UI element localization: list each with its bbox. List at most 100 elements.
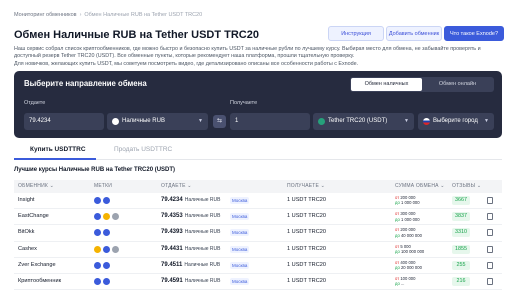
tag-badge-icon	[103, 245, 110, 253]
reviews-count[interactable]: 255	[452, 260, 470, 270]
header-reserve[interactable]: Сумма обмена ⌄	[395, 183, 445, 189]
bookmark-icon[interactable]	[487, 277, 493, 285]
breadcrumb: Мониторинг обменников › Обмен Наличные RUB…	[14, 12, 202, 18]
tag-badge-icon	[94, 197, 101, 204]
breadcrumb-home-link[interactable]: Мониторинг обменников	[14, 12, 77, 18]
tag-badge-icon	[94, 213, 101, 221]
buy-sell-tabs: Купить USDTTRC Продать USDTTRC	[14, 142, 502, 160]
exchanger-name[interactable]: Cashex	[18, 246, 37, 252]
rate-value: 79.4353 Наличные RUB	[161, 213, 221, 220]
tag-badge-icon	[94, 277, 101, 285]
table-subtitle: Лучшие курсы Наличные RUB на Tether TRC2…	[14, 167, 176, 173]
rate-value: 79.4431 Наличные RUB	[161, 245, 221, 252]
page-description: Наш сервис собрал список криптообменнико…	[14, 46, 490, 68]
tab-buy[interactable]: Купить USDTTRC	[30, 146, 86, 153]
exchanger-name[interactable]: Insight	[18, 197, 34, 203]
exchanger-tags	[94, 229, 110, 237]
page-title: Обмен Наличные RUB на Tether USDT TRC20	[14, 29, 259, 41]
receive-value: 1 USDT TRC20	[287, 229, 326, 236]
table-row[interactable]: EastChange 79.4353 Наличные RUB Москва 1 USD…	[14, 209, 502, 226]
chevron-down-icon: ▼	[484, 118, 489, 124]
rate-value: 79.4234 Наличные RUB	[161, 197, 221, 203]
bookmark-icon[interactable]	[487, 245, 493, 253]
rate-value: 79.4393 Наличные RUB	[161, 229, 221, 236]
get-currency-select[interactable]: Tether TRC20 (USDT) ▼	[313, 113, 414, 130]
header-name[interactable]: Обменник ⌄	[18, 183, 54, 189]
instruction-button[interactable]: Инструкция	[328, 26, 384, 41]
receive-value: 1 USDT TRC20	[287, 261, 326, 268]
panel-title: Выберите направление обмена	[24, 79, 147, 88]
reviews-count[interactable]: 3310	[452, 228, 470, 238]
swap-icon[interactable]: ⇆	[213, 115, 226, 128]
header-give[interactable]: Отдаете ⌄	[161, 183, 192, 189]
table-row[interactable]: BitOkk 79.4393 Наличные RUB Москва 1 USDT TR…	[14, 225, 502, 242]
exchangers-table: Insight 79.4234 Наличные RUB Москва 1 USDT T…	[14, 193, 502, 290]
table-row[interactable]: Insight 79.4234 Наличные RUB Москва 1 USDT T…	[14, 193, 502, 210]
exchanger-name[interactable]: EastChange	[18, 213, 49, 219]
city-chip: Москва	[230, 197, 250, 204]
chevron-down-icon: ▼	[198, 118, 203, 124]
breadcrumb-current: Обмен Наличные RUB на Tether USDT TRC20	[84, 12, 203, 18]
exchanger-tags	[94, 213, 119, 221]
bookmark-icon[interactable]	[487, 261, 493, 269]
add-exchange-button[interactable]: Добавить обменник	[386, 26, 442, 41]
breadcrumb-separator: ›	[79, 12, 82, 18]
exchanger-tags	[94, 245, 119, 253]
city-select[interactable]: Выберите город ▼	[418, 113, 494, 130]
tab-sell[interactable]: Продать USDTTRC	[114, 146, 172, 153]
tag-badge-icon	[103, 197, 110, 204]
tag-badge-icon	[94, 245, 101, 253]
exchanger-name[interactable]: BitOkk	[18, 229, 34, 235]
receive-value: 1 USDT TRC20	[287, 197, 326, 203]
rate-value: 79.4591 Наличные RUB	[161, 277, 221, 284]
reviews-count[interactable]: 216	[452, 276, 470, 286]
reviews-count[interactable]: 3667	[452, 196, 470, 205]
bookmark-icon[interactable]	[487, 197, 493, 204]
exchanger-name[interactable]: Криптообменник	[18, 278, 61, 284]
table-header: Обменник ⌄ Метки Отдаете ⌄ Получаете ⌄ С…	[14, 180, 502, 193]
bookmark-icon[interactable]	[487, 229, 493, 237]
city-chip: Москва	[230, 229, 250, 237]
exchange-mode-toggle: Обмен наличных Обмен онлайн	[350, 77, 494, 92]
mode-online-option[interactable]: Обмен онлайн	[422, 78, 493, 91]
what-is-exnode-button[interactable]: Что такое Exnode?	[444, 26, 504, 41]
city-chip: Москва	[230, 213, 250, 221]
give-label: Отдаете	[24, 100, 46, 106]
give-currency-label: Наличные RUB	[122, 118, 165, 124]
reviews-count[interactable]: 3837	[452, 212, 470, 222]
table-row[interactable]: Криптообменник 79.4591 Наличные RUB Москва 1…	[14, 274, 502, 290]
rate-value: 79.4511 Наличные RUB	[161, 261, 221, 268]
tag-badge-icon	[103, 261, 110, 269]
bookmark-icon[interactable]	[487, 213, 493, 221]
exchanger-tags	[94, 197, 110, 204]
receive-value: 1 USDT TRC20	[287, 213, 326, 220]
give-amount-input[interactable]: 79.4234	[24, 113, 104, 130]
table-row[interactable]: Zver Exchange 79.4511 Наличные RUB Москва 1 …	[14, 258, 502, 274]
exchange-limits: от 200 000 до 40 000 000	[395, 227, 422, 238]
exchanger-name[interactable]: Zver Exchange	[18, 262, 56, 268]
exchanger-tags	[94, 277, 110, 285]
exchange-direction-panel: Выберите направление обмена Обмен наличн…	[14, 71, 502, 138]
clock-icon	[112, 118, 119, 125]
exchange-limits: от 5 000 до 100 000 000	[395, 243, 425, 254]
description-line: доступный резерв Tether TRC20 (USDT). Вс…	[14, 53, 355, 60]
table-row[interactable]: Cashex 79.4431 Наличные RUB Москва 1 USDT TR…	[14, 242, 502, 258]
tag-badge-icon	[103, 213, 110, 221]
exchange-limits: от 100 000 до ...	[395, 275, 416, 287]
header-get[interactable]: Получаете ⌄	[287, 183, 325, 189]
exchange-limits: от 400 000 до 20 000 000	[395, 259, 422, 271]
tag-badge-icon	[112, 245, 119, 253]
reviews-count[interactable]: 1855	[452, 244, 470, 254]
mode-cash-option[interactable]: Обмен наличных	[351, 78, 422, 91]
receive-value: 1 USDT TRC20	[287, 245, 326, 252]
header-tags: Метки	[94, 183, 113, 189]
get-currency-label: Tether TRC20 (USDT)	[328, 118, 388, 124]
receive-value: 1 USDT TRC20	[287, 277, 326, 284]
city-chip: Москва	[230, 261, 250, 269]
header-reviews[interactable]: Отзывы ⌄	[452, 183, 481, 189]
exchange-limits: от 200 000 до 1 000 000	[395, 195, 420, 206]
give-currency-select[interactable]: Наличные RUB ▼	[107, 113, 208, 130]
usdt-icon	[318, 118, 325, 125]
get-amount-input[interactable]: 1	[230, 113, 310, 130]
active-tab-indicator	[14, 158, 96, 160]
